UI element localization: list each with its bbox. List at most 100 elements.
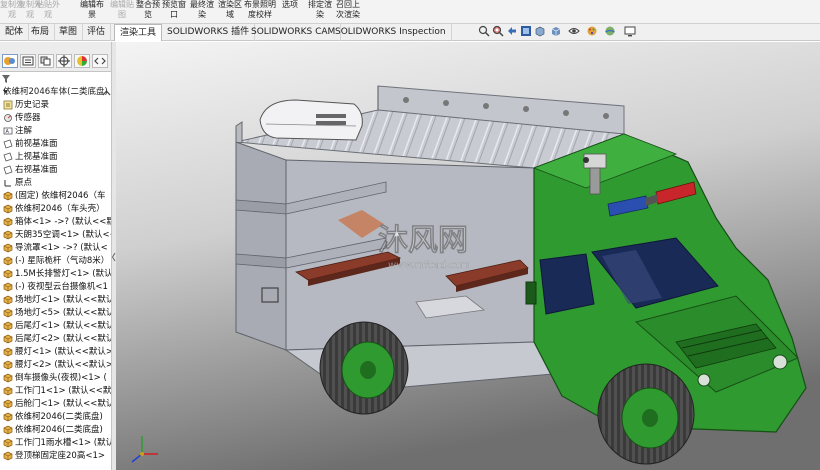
ribbon-button-2[interactable]: 粘贴外观: [36, 0, 60, 20]
tree-item-label: 前视基准面: [15, 139, 58, 149]
view-orientation-icon[interactable]: [534, 25, 546, 37]
sensor-icon: [4, 114, 12, 122]
tree-item[interactable]: 腰灯<1> (默认<<默认>: [0, 346, 112, 359]
tree-item[interactable]: 倒车摄像头(夜视)<1> (: [0, 372, 111, 385]
command-ribbon: 复制外观复制外观粘贴外观编辑布景编辑贴图整合预览预览窗口最终渲染渲染区域布景照明…: [0, 0, 820, 24]
tabs-scroll-arrows[interactable]: [92, 54, 108, 68]
tree-item[interactable]: 依维柯2046（车头壳）: [0, 203, 111, 216]
ribbon-button-label: 最终渲: [190, 0, 214, 9]
tree-item[interactable]: (固定) 依维柯2046（车: [0, 190, 111, 203]
apply-scene-icon[interactable]: [604, 25, 616, 37]
ribbon-button-3[interactable]: 编辑布景: [80, 0, 104, 20]
ribbon-button-label: 选项: [282, 0, 298, 9]
tree-item[interactable]: 依维柯2046(二类底盘): [0, 411, 111, 424]
tree-item[interactable]: 右视基准面: [0, 164, 111, 177]
tree-item[interactable]: 后尾灯<1> (默认<<默认: [0, 320, 111, 333]
part-icon: [3, 269, 13, 279]
tree-item[interactable]: 历史记录: [0, 99, 111, 112]
tree-item-label: 场地灯<5> (默认<<默认: [15, 308, 112, 318]
tab-0[interactable]: 配体: [0, 24, 30, 41]
tree-item-label: 依维柯2046(二类底盘): [15, 412, 103, 422]
ribbon-button-9[interactable]: 布景照明 度校样: [244, 0, 276, 20]
ribbon-button-label-line2: 览: [144, 10, 152, 19]
view-settings-icon[interactable]: [624, 25, 636, 37]
ribbon-button-10[interactable]: 选项: [282, 0, 298, 10]
ribbon-button-label: 粘贴外: [36, 0, 60, 9]
ribbon-button-5[interactable]: 整合预览: [136, 0, 160, 20]
model-render[interactable]: 沐风网 www.mfcad.com: [116, 42, 820, 470]
tree-item[interactable]: 登顶梯固定座20高<1>: [0, 450, 111, 463]
tab-6[interactable]: SOLIDWORKS CAM: [246, 24, 342, 41]
tree-item[interactable]: 原点: [0, 177, 111, 190]
ribbon-button-4[interactable]: 编辑贴图: [110, 0, 134, 20]
section-view-icon[interactable]: [520, 25, 532, 37]
property-manager-tab[interactable]: [20, 54, 36, 68]
tree-item-label: 传感器: [15, 113, 41, 123]
tree-root-item[interactable]: 依维柯2046车体(二类底盘): [0, 87, 111, 99]
feature-manager-tab[interactable]: [2, 54, 18, 68]
configuration-manager-tab[interactable]: [38, 54, 54, 68]
watermark-url: www.mfcad.com: [388, 260, 471, 271]
tree-item[interactable]: 后舱门<1> (默认<<默认: [0, 398, 112, 411]
annotation-icon: A: [3, 127, 13, 135]
edit-appearance-icon[interactable]: [586, 25, 598, 37]
ribbon-button-7[interactable]: 最终渲染: [190, 0, 214, 20]
tree-item[interactable]: 腰灯<2> (默认<<默认>: [0, 359, 111, 372]
tree-item-label: 后舱门<1> (默认<<默认: [15, 399, 112, 409]
part-icon: [3, 256, 13, 266]
tree-item[interactable]: 箱体<1> ->? (默认<<默: [0, 216, 111, 229]
collapse-tree-icon[interactable]: [102, 89, 111, 98]
tree-item[interactable]: 导流罩<1> ->? (默认<: [0, 242, 111, 255]
command-manager-tabs: 配体 布局 草图 评估 渲染工具 SOLIDWORKS 插件 SOLIDWORKS CAM S…: [0, 24, 820, 41]
dimxpert-tab[interactable]: [56, 54, 72, 68]
tree-item[interactable]: A 注解: [0, 125, 111, 138]
svg-text:A: A: [6, 129, 10, 135]
tree-item[interactable]: 工作门1<1> (默认<<默: [0, 385, 111, 398]
tree-item[interactable]: 前视基准面: [0, 138, 111, 151]
tree-item[interactable]: 场地灯<5> (默认<<默认: [0, 307, 112, 320]
display-style-icon[interactable]: [550, 25, 562, 37]
origin-icon: [4, 180, 11, 187]
tree-item[interactable]: 上视基准面: [0, 151, 111, 164]
tree-item[interactable]: 依维柯2046(二类底盘): [0, 424, 111, 437]
filter-icon[interactable]: [2, 75, 10, 83]
ribbon-button-8[interactable]: 渲染区域: [218, 0, 242, 20]
tab-1[interactable]: 布局: [26, 24, 56, 41]
part-icon: [3, 321, 13, 331]
tree-item-label: 工作门1雨水槽<1> (默认: [15, 438, 112, 448]
tree-item[interactable]: (-) 夜视型云台摄像机<1: [0, 281, 111, 294]
ribbon-button-11[interactable]: 排定渲染: [308, 0, 332, 20]
tree-item[interactable]: 后尾灯<2> (默认<<默认: [0, 333, 111, 346]
filter-row: [0, 74, 111, 84]
feature-manager-panel: 依维柯2046车体(二类底盘) 历史记录 传感器 A 注解 前视基准面上视基准面 右视基准…: [0, 42, 112, 470]
zoom-to-fit-icon[interactable]: [478, 25, 490, 37]
tree-item[interactable]: (-) 星际桅杆（气动8米）: [0, 255, 111, 268]
tab-2[interactable]: 草图: [54, 24, 84, 41]
previous-view-icon[interactable]: [506, 25, 518, 37]
tree-item[interactable]: 传感器: [0, 112, 111, 125]
tree-item-label: (-) 星际桅杆（气动8米）: [15, 256, 110, 266]
watermark-text: 沐风网: [378, 223, 468, 258]
hide-show-items-icon[interactable]: [568, 25, 580, 37]
tree-item-label: 腰灯<1> (默认<<默认>: [15, 347, 112, 357]
ribbon-button-label-line2: 观: [44, 10, 52, 19]
graphics-area[interactable]: 沐风网 www.mfcad.com: [116, 42, 820, 470]
tab-7[interactable]: SOLIDWORKS Inspection: [330, 24, 452, 41]
box-rear-frame: [235, 141, 287, 351]
ribbon-button-label-line2: 染: [316, 10, 324, 19]
tree-item[interactable]: 天朗35空调<1> (默认<<: [0, 229, 111, 242]
ribbon-button-12[interactable]: 召回上 次渲染: [336, 0, 360, 20]
tab-5[interactable]: SOLIDWORKS 插件: [162, 24, 256, 41]
appearance-pie-icon: [77, 56, 87, 66]
tree-item-label: 倒车摄像头(夜视)<1> (: [15, 373, 107, 383]
tree-item[interactable]: 1.5M长排警灯<1> (默认: [0, 268, 111, 281]
tree-item[interactable]: 场地灯<1> (默认<<默认: [0, 294, 111, 307]
part-icon: [3, 204, 13, 214]
display-manager-tab[interactable]: [74, 54, 90, 68]
tab-4[interactable]: 渲染工具: [114, 24, 163, 41]
tree-item[interactable]: 工作门1雨水槽<1> (默认: [0, 437, 112, 450]
part-icon: [3, 399, 13, 409]
tab-3[interactable]: 评估: [82, 24, 112, 41]
ribbon-button-6[interactable]: 预览窗口: [162, 0, 186, 20]
zoom-area-icon[interactable]: [492, 25, 504, 37]
